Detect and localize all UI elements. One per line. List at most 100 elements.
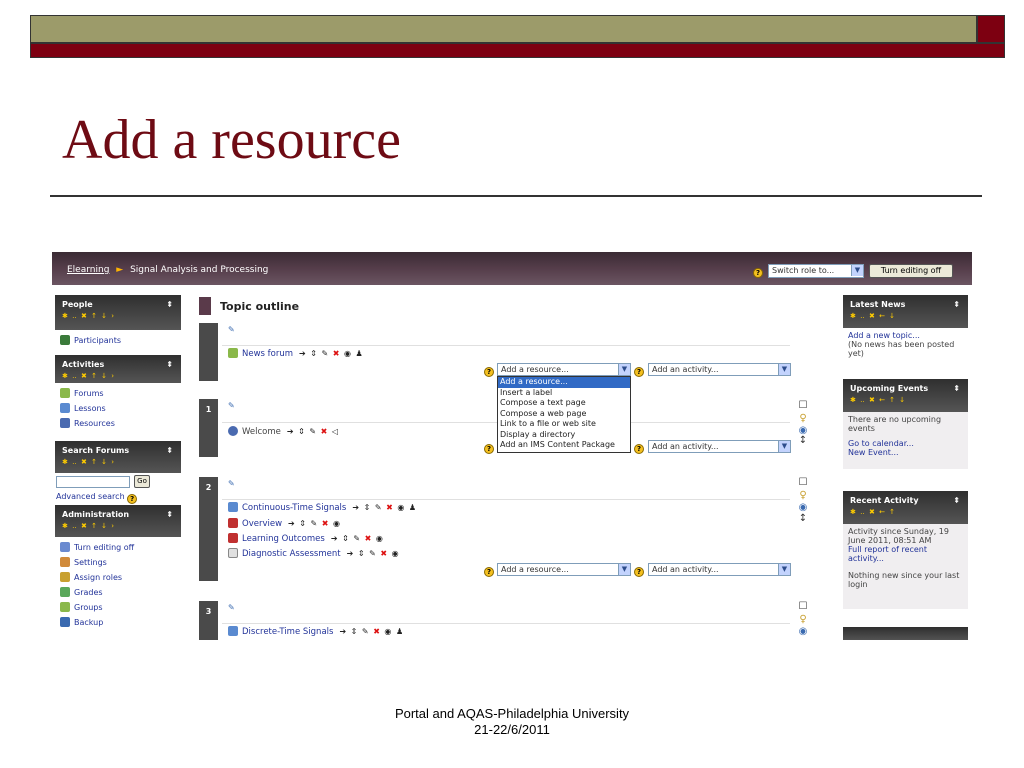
collapse-icon[interactable]: ⇞ — [166, 360, 173, 369]
topic-outline-marker — [199, 297, 211, 315]
collapse-icon[interactable]: ⇞ — [166, 510, 173, 519]
add-resource-select[interactable]: Add a resource... ▼ — [497, 563, 631, 576]
highlight-checkbox-icon[interactable]: ☐ — [797, 477, 809, 488]
block-edit-icons[interactable]: ✱ ‥ ✖ ↑ ↓ › — [62, 372, 174, 380]
edit-summary-icon[interactable]: ✎ — [228, 401, 235, 410]
block-edit-icons[interactable]: ✱ ‥ ✖ ← ↑ ↓ — [850, 396, 961, 404]
collapse-icon[interactable]: ⇞ — [953, 300, 960, 309]
help-icon[interactable]: ? — [484, 444, 494, 454]
add-activity-select[interactable]: Add an activity... ▼ — [648, 440, 791, 453]
edit-summary-icon[interactable]: ✎ — [228, 479, 235, 488]
activity-edit-icons[interactable]: ➔ ⇕ ✎ ✖ ◉ — [288, 519, 341, 528]
add-activity-value: Add an activity... — [652, 442, 719, 451]
admin-assign-roles-link[interactable]: Assign roles — [60, 570, 176, 585]
people-block-header: People ⇞ ✱ ‥ ✖ ↑ ↓ › — [55, 295, 181, 330]
add-new-topic-link[interactable]: Add a new topic... — [848, 331, 963, 340]
activity-link[interactable]: Discrete-Time Signals — [242, 627, 333, 637]
activity-edit-icons[interactable]: ➔ ⇕ ✎ ✖ ◉ — [331, 534, 384, 543]
admin-turn-editing-off-link[interactable]: Turn editing off — [60, 540, 176, 555]
activity-link[interactable]: Continuous-Time Signals — [242, 503, 346, 513]
resources-link[interactable]: Resources — [60, 416, 176, 431]
collapse-icon[interactable]: ⇞ — [166, 300, 173, 309]
recent-activity-block-title: Recent Activity — [850, 496, 919, 505]
go-to-calendar-link[interactable]: Go to calendar... — [848, 439, 963, 448]
help-icon[interactable]: ? — [753, 268, 763, 278]
add-resource-dropdown[interactable]: Add a resource... Insert a label Compose… — [497, 376, 631, 453]
activity-row[interactable]: Learning Outcomes ➔ ⇕ ✎ ✖ ◉ — [228, 532, 384, 546]
activity-edit-icons[interactable]: ➔ ⇕ ✎ ✖ ◁ — [287, 427, 339, 436]
search-forums-input[interactable] — [56, 476, 130, 488]
chevron-down-icon: ▼ — [778, 564, 790, 575]
new-event-link[interactable]: New Event... — [848, 448, 963, 457]
dropdown-option[interactable]: Compose a web page — [498, 409, 630, 420]
highlight-checkbox-icon[interactable]: ☐ — [797, 400, 809, 411]
activity-link[interactable]: Diagnostic Assessment — [242, 549, 341, 559]
add-activity-select[interactable]: Add an activity... ▼ — [648, 563, 791, 576]
activity-edit-icons[interactable]: ➔ ⇕ ✎ ✖ ◉ ♟ — [299, 349, 364, 358]
activity-row[interactable]: News forum ➔ ⇕ ✎ ✖ ◉ ♟ — [228, 347, 364, 361]
collapse-icon[interactable]: ⇞ — [953, 496, 960, 505]
breadcrumb-home-link[interactable]: Elearning — [67, 265, 109, 275]
edit-summary-icon[interactable]: ✎ — [228, 603, 235, 612]
activity-edit-icons[interactable]: ➔ ⇕ ✎ ✖ ◉ ♟ — [352, 503, 417, 512]
search-forums-block-body: Go Advanced search ? — [55, 473, 181, 505]
move-icon[interactable]: ↕ — [797, 513, 809, 524]
help-icon[interactable]: ? — [484, 567, 494, 577]
collapse-icon[interactable]: ⇞ — [166, 446, 173, 455]
admin-groups-link[interactable]: Groups — [60, 600, 176, 615]
add-activity-select[interactable]: Add an activity... ▼ — [648, 363, 791, 376]
edit-summary-icon[interactable]: ✎ — [228, 325, 235, 334]
admin-settings-link[interactable]: Settings — [60, 555, 176, 570]
pdf-icon — [228, 533, 238, 543]
advanced-search-link[interactable]: Advanced search ? — [56, 492, 138, 504]
block-edit-icons[interactable]: ✱ ‥ ✖ ← ↓ — [850, 312, 961, 320]
help-icon[interactable]: ? — [634, 444, 644, 454]
turn-editing-off-button[interactable]: Turn editing off — [869, 264, 953, 278]
admin-grades-link[interactable]: Grades — [60, 585, 176, 600]
switch-role-select[interactable]: Switch role to... ▼ — [768, 264, 864, 278]
dropdown-option[interactable]: Link to a file or web site — [498, 419, 630, 430]
add-resource-select-active[interactable]: Add a resource... ▼ — [497, 363, 631, 376]
collapse-icon[interactable]: ⇞ — [953, 384, 960, 393]
participants-link[interactable]: Participants — [60, 333, 176, 348]
admin-backup-link[interactable]: Backup — [60, 615, 176, 630]
dropdown-option[interactable]: Add an IMS Content Package — [498, 440, 630, 451]
help-icon[interactable]: ? — [484, 367, 494, 377]
activity-row[interactable]: Welcome ➔ ⇕ ✎ ✖ ◁ — [228, 425, 339, 439]
activity-link[interactable]: Learning Outcomes — [242, 534, 325, 544]
dropdown-option[interactable]: Insert a label — [498, 388, 630, 399]
activity-link[interactable]: Overview — [242, 519, 282, 529]
lightbulb-icon[interactable]: ♀ — [797, 413, 809, 424]
block-edit-icons[interactable]: ✱ ‥ ✖ ← ↑ — [850, 508, 961, 516]
dropdown-option[interactable]: Compose a text page — [498, 398, 630, 409]
activity-edit-icons[interactable]: ➔ ⇕ ✎ ✖ ◉ — [347, 549, 400, 558]
advanced-search-label: Advanced search — [56, 492, 125, 501]
activity-row[interactable]: Continuous-Time Signals ➔ ⇕ ✎ ✖ ◉ ♟ — [228, 501, 417, 515]
block-edit-icons[interactable]: ✱ ‥ ✖ ↑ ↓ › — [62, 522, 174, 530]
activity-row[interactable]: Discrete-Time Signals ➔ ⇕ ✎ ✖ ◉ ♟ — [228, 625, 404, 639]
activity-edit-icons[interactable]: ➔ ⇕ ✎ ✖ ◉ ♟ — [339, 627, 404, 636]
next-block-header — [843, 627, 968, 640]
dropdown-option[interactable]: Display a directory — [498, 430, 630, 441]
recent-activity-block-body: Activity since Sunday, 19 June 2011, 08:… — [843, 524, 968, 609]
lessons-link[interactable]: Lessons — [60, 401, 176, 416]
block-edit-icons[interactable]: ✱ ‥ ✖ ↑ ↓ › — [62, 458, 174, 466]
help-icon[interactable]: ? — [634, 367, 644, 377]
search-go-button[interactable]: Go — [134, 475, 150, 488]
lightbulb-icon[interactable]: ♀ — [797, 490, 809, 501]
eye-icon[interactable]: ◉ — [797, 626, 809, 637]
activity-link[interactable]: Welcome — [242, 427, 281, 437]
dropdown-option[interactable]: Add a resource... — [498, 377, 630, 388]
highlight-checkbox-icon[interactable]: ☐ — [797, 601, 809, 612]
help-icon[interactable]: ? — [634, 567, 644, 577]
activity-row[interactable]: Overview ➔ ⇕ ✎ ✖ ◉ — [228, 517, 341, 531]
activity-row[interactable]: Diagnostic Assessment ➔ ⇕ ✎ ✖ ◉ — [228, 547, 400, 561]
eye-icon[interactable]: ◉ — [797, 502, 809, 513]
forums-link[interactable]: Forums — [60, 386, 176, 401]
full-report-link[interactable]: Full report of recent activity... — [848, 545, 963, 563]
activity-link[interactable]: News forum — [242, 349, 293, 359]
block-edit-icons[interactable]: ✱ ‥ ✖ ↑ ↓ › — [62, 312, 174, 320]
help-icon[interactable]: ? — [127, 494, 138, 504]
move-icon[interactable]: ↕ — [797, 435, 809, 446]
lightbulb-icon[interactable]: ♀ — [797, 614, 809, 625]
